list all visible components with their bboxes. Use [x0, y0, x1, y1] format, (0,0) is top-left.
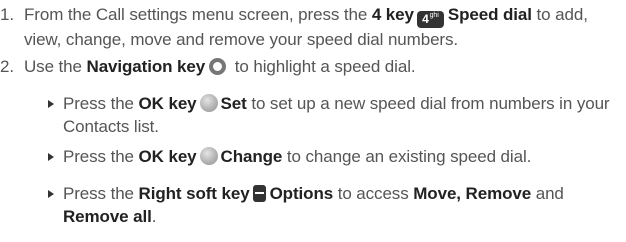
right-soft-key-icon: [252, 185, 266, 202]
step-text: Press the: [63, 147, 139, 166]
bullet-arrow-icon: [48, 100, 54, 108]
key-name: OK key: [138, 94, 197, 113]
menu-option-name: Set: [220, 94, 247, 113]
key-name: 4 key: [371, 5, 414, 24]
substep-text: Press the Right soft key Options to acces…: [63, 182, 622, 228]
step-text: .: [151, 207, 157, 226]
step-text: Press the: [63, 184, 139, 203]
step-text: and: [531, 184, 564, 203]
menu-option-name: Remove all: [63, 207, 152, 226]
key-name: OK key: [138, 147, 197, 166]
key-glyph: 4: [422, 12, 429, 26]
key-name: Right soft key: [138, 184, 250, 203]
step-text: From the Call settings menu screen, pres…: [24, 5, 372, 24]
menu-option-name: Change: [220, 147, 283, 166]
keypad-4-key-icon: 4ghi: [416, 11, 444, 28]
navigation-ring-icon: [209, 58, 227, 75]
step-2-text: Use the Navigation key to highlight a sp…: [24, 55, 622, 78]
ok-key-icon: [199, 147, 218, 165]
ok-key-icon: [199, 94, 218, 112]
bullet-arrow-icon: [48, 190, 54, 198]
step-1: 1. From the Call settings menu screen, p…: [0, 3, 622, 51]
substep-text: Press the OK key Change to change an exis…: [63, 145, 622, 168]
menu-option-name: Move, Remove: [413, 184, 532, 203]
substep-set: Press the OK key Set to set up a new spee…: [0, 92, 622, 138]
instructions-document: 1. From the Call settings menu screen, p…: [0, 0, 626, 242]
step-text: Press the: [63, 94, 139, 113]
menu-option-name: Options: [269, 184, 334, 203]
menu-option-name: Speed dial: [447, 5, 532, 24]
step-number: 1.: [0, 5, 14, 24]
step-text: to access: [333, 184, 414, 203]
key-name: Navigation key: [86, 57, 206, 76]
step-number: 2.: [0, 57, 14, 76]
key-glyph-sub: ghi: [429, 12, 439, 19]
step-text: to change an existing speed dial.: [282, 147, 532, 166]
substep-change: Press the OK key Change to change an exis…: [0, 145, 622, 168]
step-1-text: From the Call settings menu screen, pres…: [24, 3, 622, 51]
step-text: to highlight a speed dial.: [230, 57, 416, 76]
substep-options: Press the Right soft key Options to acces…: [0, 182, 622, 228]
substep-text: Press the OK key Set to set up a new spee…: [63, 92, 622, 138]
step-2: 2. Use the Navigation key to highlight a…: [0, 55, 622, 78]
step-text: Use the: [24, 57, 87, 76]
bullet-arrow-icon: [48, 153, 54, 161]
